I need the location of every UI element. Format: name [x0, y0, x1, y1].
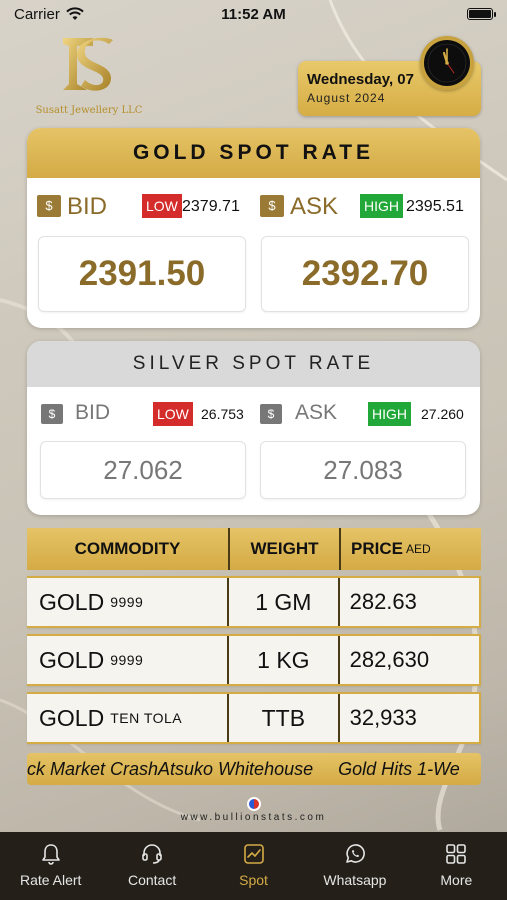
silver-rate-title: SILVER SPOT RATE: [27, 341, 480, 387]
header-weight: WEIGHT: [230, 528, 341, 570]
carrier-name: Carrier: [14, 5, 60, 23]
silver-bid-label: BID: [75, 401, 111, 424]
commodity-name: GOLD: [39, 646, 105, 673]
header-price-label: PRICE: [351, 539, 403, 558]
table-row: GOLD TEN TOLA TTB 32,933: [27, 692, 481, 744]
wifi-icon: [66, 7, 84, 20]
silver-spot-rate-card: SILVER SPOT RATE $ BID LOW 26.753 $ ASK …: [27, 341, 480, 515]
battery-icon: [467, 8, 496, 20]
gold-high-value: 2395.51: [406, 198, 464, 215]
whatsapp-icon: [346, 844, 365, 863]
bullionstats-logo-icon: [246, 797, 261, 811]
gold-low-badge: LOW: [142, 194, 182, 218]
silver-label-row: $ BID LOW 26.753 $ ASK HIGH 27.260: [27, 387, 480, 435]
gold-label-row: $ BID LOW 2379.71 $ ASK HIGH 2395.51: [27, 178, 480, 234]
silver-low-value: 26.753: [201, 406, 244, 422]
price-cell: 32,933: [349, 705, 417, 730]
commodity-purity: 9999: [110, 652, 144, 668]
weight-cell: TTB: [229, 694, 340, 742]
nav-whatsapp[interactable]: Whatsapp: [304, 832, 405, 900]
gold-spot-rate-card: GOLD SPOT RATE $ BID LOW 2379.71 $ ASK H…: [27, 128, 480, 328]
gold-low-value: 2379.71: [182, 198, 240, 215]
powered-by[interactable]: www.bullionstats.com: [0, 797, 507, 823]
commodity-purity: TEN TOLA: [110, 710, 183, 726]
gold-ask-label: ASK: [290, 193, 339, 220]
silver-low-badge: LOW: [153, 402, 193, 426]
grid-icon: [446, 844, 467, 864]
silver-ask-label: ASK: [295, 401, 338, 424]
dollar-icon: $: [37, 195, 61, 217]
commodity-name: GOLD: [39, 704, 105, 731]
table-row: GOLD 9999 1 KG 282,630: [27, 634, 481, 686]
commodity-purity: 9999: [110, 594, 144, 610]
header-price: PRICE AED: [341, 528, 481, 570]
gold-ask-value: 2392.70: [261, 236, 469, 312]
nav-rate-alert[interactable]: Rate Alert: [0, 832, 101, 900]
gold-bid-value: 2391.50: [38, 236, 246, 312]
nav-spot[interactable]: Spot: [203, 832, 304, 900]
header-price-unit: AED: [405, 542, 431, 556]
status-bar: Carrier 11:52 AM: [0, 0, 507, 28]
header-commodity: COMMODITY: [27, 528, 230, 570]
commodity-name: GOLD: [39, 588, 105, 615]
silver-high-badge: HIGH: [368, 402, 411, 426]
gold-high-badge: HIGH: [360, 194, 403, 218]
silver-bid-value: 27.062: [40, 441, 246, 499]
nav-label: Rate Alert: [19, 872, 82, 888]
price-cell: 282,630: [349, 647, 430, 672]
price-cell: 282.63: [349, 589, 417, 614]
commodity-cell: GOLD TEN TOLA: [27, 694, 230, 742]
weight-cell: 1 GM: [229, 578, 340, 626]
company-name: Susatt Jewellery LLC: [35, 105, 143, 116]
logo-monogram-icon: [63, 37, 113, 91]
nav-more[interactable]: More: [406, 832, 507, 900]
nav-label: Spot: [239, 872, 268, 888]
nav-label: Contact: [127, 872, 177, 888]
nav-label: More: [440, 872, 473, 888]
silver-ask-value: 27.083: [260, 441, 466, 499]
ticker-text: ck Market CrashAtsuko Whitehouse Gold Hi…: [27, 759, 460, 779]
commodity-table: COMMODITY WEIGHT PRICE AED GOLD 9999 1 G…: [27, 528, 481, 744]
date-month-year: August 2024: [307, 91, 386, 105]
dollar-icon: $: [260, 404, 282, 424]
dollar-icon: $: [260, 195, 284, 217]
nav-label: Whatsapp: [323, 872, 387, 888]
dollar-icon: $: [41, 404, 63, 424]
bottom-navigation: Rate Alert Contact Spot Whatsapp More: [0, 832, 507, 900]
gold-rate-title: GOLD SPOT RATE: [27, 128, 480, 178]
silver-high-value: 27.260: [421, 406, 464, 422]
headset-icon: [142, 844, 162, 864]
company-logo: Susatt Jewellery LLC: [34, 34, 144, 120]
table-row: GOLD 9999 1 GM 282.63: [27, 576, 481, 628]
news-ticker[interactable]: ck Market CrashAtsuko Whitehouse Gold Hi…: [27, 753, 481, 785]
weight-cell: 1 KG: [229, 636, 340, 684]
commodity-cell: GOLD 9999: [27, 636, 230, 684]
chart-icon: [243, 844, 264, 864]
commodity-cell: GOLD 9999: [27, 578, 230, 626]
battery-level-fill: [469, 10, 491, 18]
nav-contact[interactable]: Contact: [101, 832, 202, 900]
gold-bid-label: BID: [67, 193, 108, 220]
powered-by-text: www.bullionstats.com: [180, 812, 327, 823]
analog-clock-icon: [420, 36, 474, 90]
bell-icon: [41, 844, 60, 865]
table-header: COMMODITY WEIGHT PRICE AED: [27, 528, 481, 570]
